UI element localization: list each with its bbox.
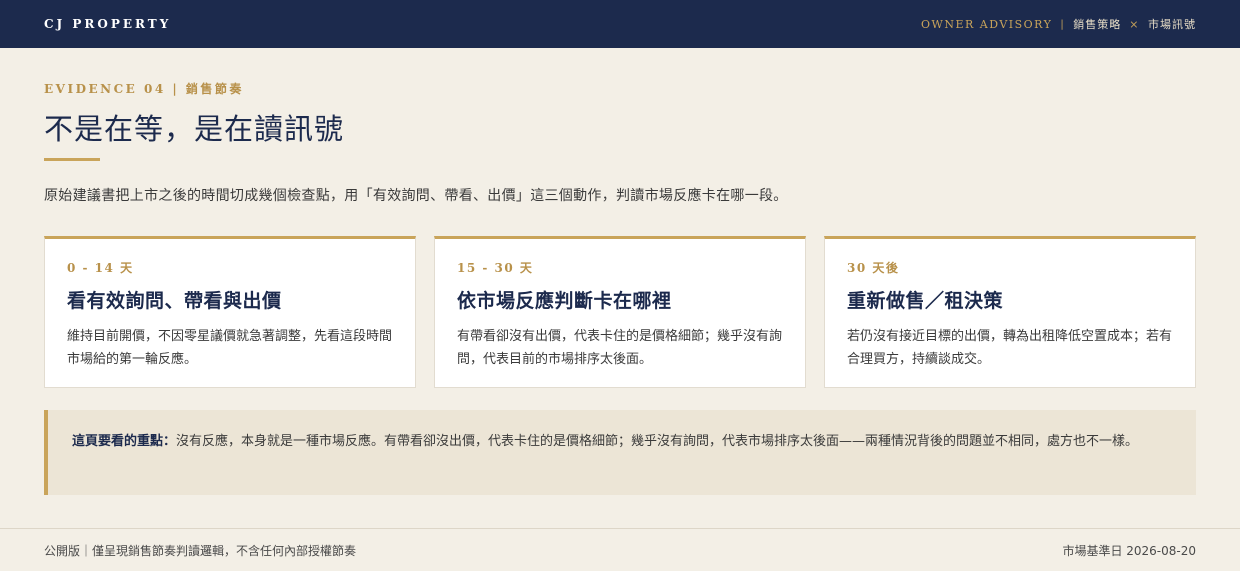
footer-divider xyxy=(0,528,1240,529)
callout-text: 沒有反應，本身就是一種市場反應。有帶看卻沒出價，代表卡住的是價格細節；幾乎沒有詢… xyxy=(176,434,1139,449)
nav-market-signal[interactable]: 市場訊號 xyxy=(1148,16,1196,32)
checkpoint-card: 0 - 14 天 看有效詢問、帶看與出價 維持目前開價，不因零星議價就急著調整，… xyxy=(44,236,416,388)
card-title: 重新做售／租決策 xyxy=(847,290,1004,312)
card-tag: 30 天後 xyxy=(847,261,900,275)
section-eyebrow: EVIDENCE 04 | 銷售節奏 xyxy=(44,82,244,96)
intro-text: 原始建議書把上市之後的時間切成幾個檢查點，用「有效詢問、帶看、出價」這三個動作，… xyxy=(44,188,788,204)
footer-disclaimer: 公開版｜僅呈現銷售節奏判讀邏輯，不含任何內部授權節奏 xyxy=(44,544,357,558)
nav-separator: | xyxy=(1060,18,1066,30)
card-tag: 15 - 30 天 xyxy=(457,261,534,275)
title-underline xyxy=(44,158,100,161)
card-tag: 0 - 14 天 xyxy=(67,261,134,275)
top-nav: OWNER ADVISORY | 銷售策略 × 市場訊號 xyxy=(921,16,1196,32)
top-bar: CJ PROPERTY OWNER ADVISORY | 銷售策略 × 市場訊號 xyxy=(0,0,1240,48)
footer-market-date: 市場基準日 2026-08-20 xyxy=(1062,544,1196,558)
card-title: 看有效詢問、帶看與出價 xyxy=(67,290,282,312)
brand-logo[interactable]: CJ PROPERTY xyxy=(44,17,171,31)
checkpoint-card: 30 天後 重新做售／租決策 若仍沒有接近目標的出價，轉為出租降低空置成本；若有… xyxy=(824,236,1196,388)
nav-owner-advisory[interactable]: OWNER ADVISORY xyxy=(921,18,1052,31)
card-body: 若仍沒有接近目標的出價，轉為出租降低空置成本；若有合理買方，持續談成交。 xyxy=(847,329,1173,367)
checkpoint-card: 15 - 30 天 依市場反應判斷卡在哪裡 有帶看卻沒有出價，代表卡住的是價格細… xyxy=(434,236,806,388)
card-body: 維持目前開價，不因零星議價就急著調整，先看這段時間市場給的第一輪反應。 xyxy=(67,329,393,367)
key-point-callout: 這頁要看的重點：沒有反應，本身就是一種市場反應。有帶看卻沒出價，代表卡住的是價格… xyxy=(44,410,1196,495)
checkpoint-cards: 0 - 14 天 看有效詢問、帶看與出價 維持目前開價，不因零星議價就急著調整，… xyxy=(44,236,1196,388)
callout-lead: 這頁要看的重點： xyxy=(72,434,177,449)
card-body: 有帶看卻沒有出價，代表卡住的是價格細節；幾乎沒有詢問，代表目前的市場排序太後面。 xyxy=(457,329,783,367)
card-title: 依市場反應判斷卡在哪裡 xyxy=(457,290,672,312)
nav-x-separator: × xyxy=(1129,17,1140,31)
page-title: 不是在等，是在讀訊號 xyxy=(44,112,345,146)
nav-sales-strategy[interactable]: 銷售策略 xyxy=(1073,16,1121,32)
